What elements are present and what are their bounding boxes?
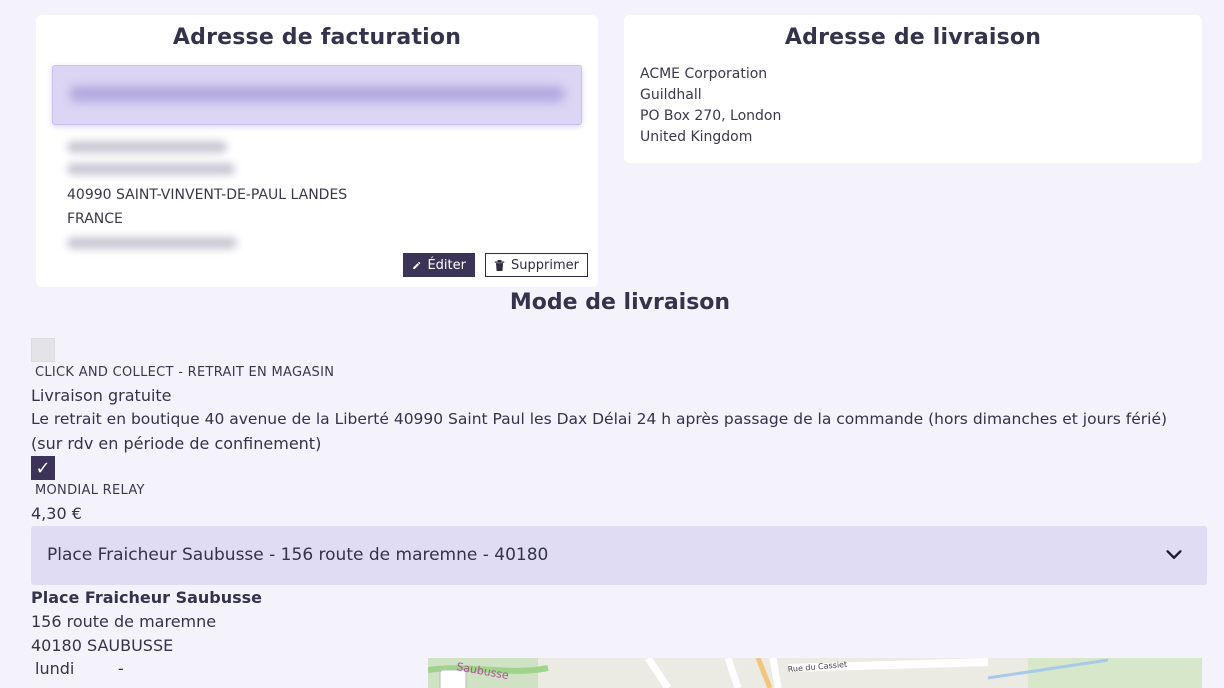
relay-point-select[interactable]: Place Fraicheur Saubusse - 156 route de …	[31, 526, 1207, 585]
trash-icon	[494, 259, 505, 271]
billing-line-redacted	[67, 141, 227, 153]
billing-line-redacted	[67, 163, 235, 175]
relay-hours-day: lundi	[35, 659, 75, 678]
check-icon: ✓	[35, 457, 51, 479]
relay-point-name: Place Fraicheur Saubusse	[31, 588, 263, 607]
mondial-relay-price: 4,30 €	[31, 504, 82, 523]
mondial-relay-name: MONDIAL RELAY	[35, 483, 145, 498]
click-collect-description-note: (sur rdv en période de confinement)	[31, 434, 322, 453]
shipping-address-card: Adresse de livraison ACME Corporation Gu…	[624, 15, 1202, 163]
billing-country: FRANCE	[67, 211, 123, 227]
delete-button[interactable]: Supprimer	[485, 253, 588, 277]
billing-city-line: 40990 SAINT-VINVENT-DE-PAUL LANDES	[67, 187, 348, 203]
relay-hours-value: -	[118, 659, 124, 678]
shipping-line: Guildhall	[640, 87, 702, 103]
click-collect-price: Livraison gratuite	[31, 386, 172, 405]
mondial-relay-checkbox[interactable]: ✓	[31, 456, 55, 480]
relay-point-selected-value: Place Fraicheur Saubusse - 156 route de …	[47, 545, 549, 565]
click-collect-description: Le retrait en boutique 40 avenue de la L…	[31, 410, 1168, 428]
relay-map[interactable]: Saubusse Rue du Cassiet	[428, 658, 1202, 688]
edit-label: Éditer	[427, 257, 466, 273]
shipping-line: United Kingdom	[640, 129, 753, 145]
delete-label: Supprimer	[511, 257, 579, 273]
edit-button[interactable]: Éditer	[403, 253, 475, 277]
billing-phone-redacted	[67, 237, 237, 249]
pencil-icon	[413, 261, 421, 269]
relay-point-city: 40180 SAUBUSSE	[31, 636, 174, 655]
shipping-address-title: Adresse de livraison	[784, 25, 1042, 50]
delivery-mode-title: Mode de livraison	[509, 290, 731, 315]
click-collect-name: CLICK AND COLLECT - RETRAIT EN MAGASIN	[35, 365, 335, 380]
billing-name-redacted	[52, 65, 582, 125]
billing-address-title: Adresse de facturation	[172, 25, 462, 50]
shipping-line: PO Box 270, London	[640, 108, 782, 124]
shipping-line: ACME Corporation	[640, 66, 768, 82]
chevron-down-icon	[1166, 550, 1182, 559]
relay-point-street: 156 route de maremne	[31, 612, 217, 631]
map-tiles: Saubusse Rue du Cassiet	[428, 658, 1202, 688]
click-collect-checkbox[interactable]	[31, 338, 55, 362]
billing-address-card: Adresse de facturation 40990 SAINT-VINVE…	[36, 15, 598, 287]
